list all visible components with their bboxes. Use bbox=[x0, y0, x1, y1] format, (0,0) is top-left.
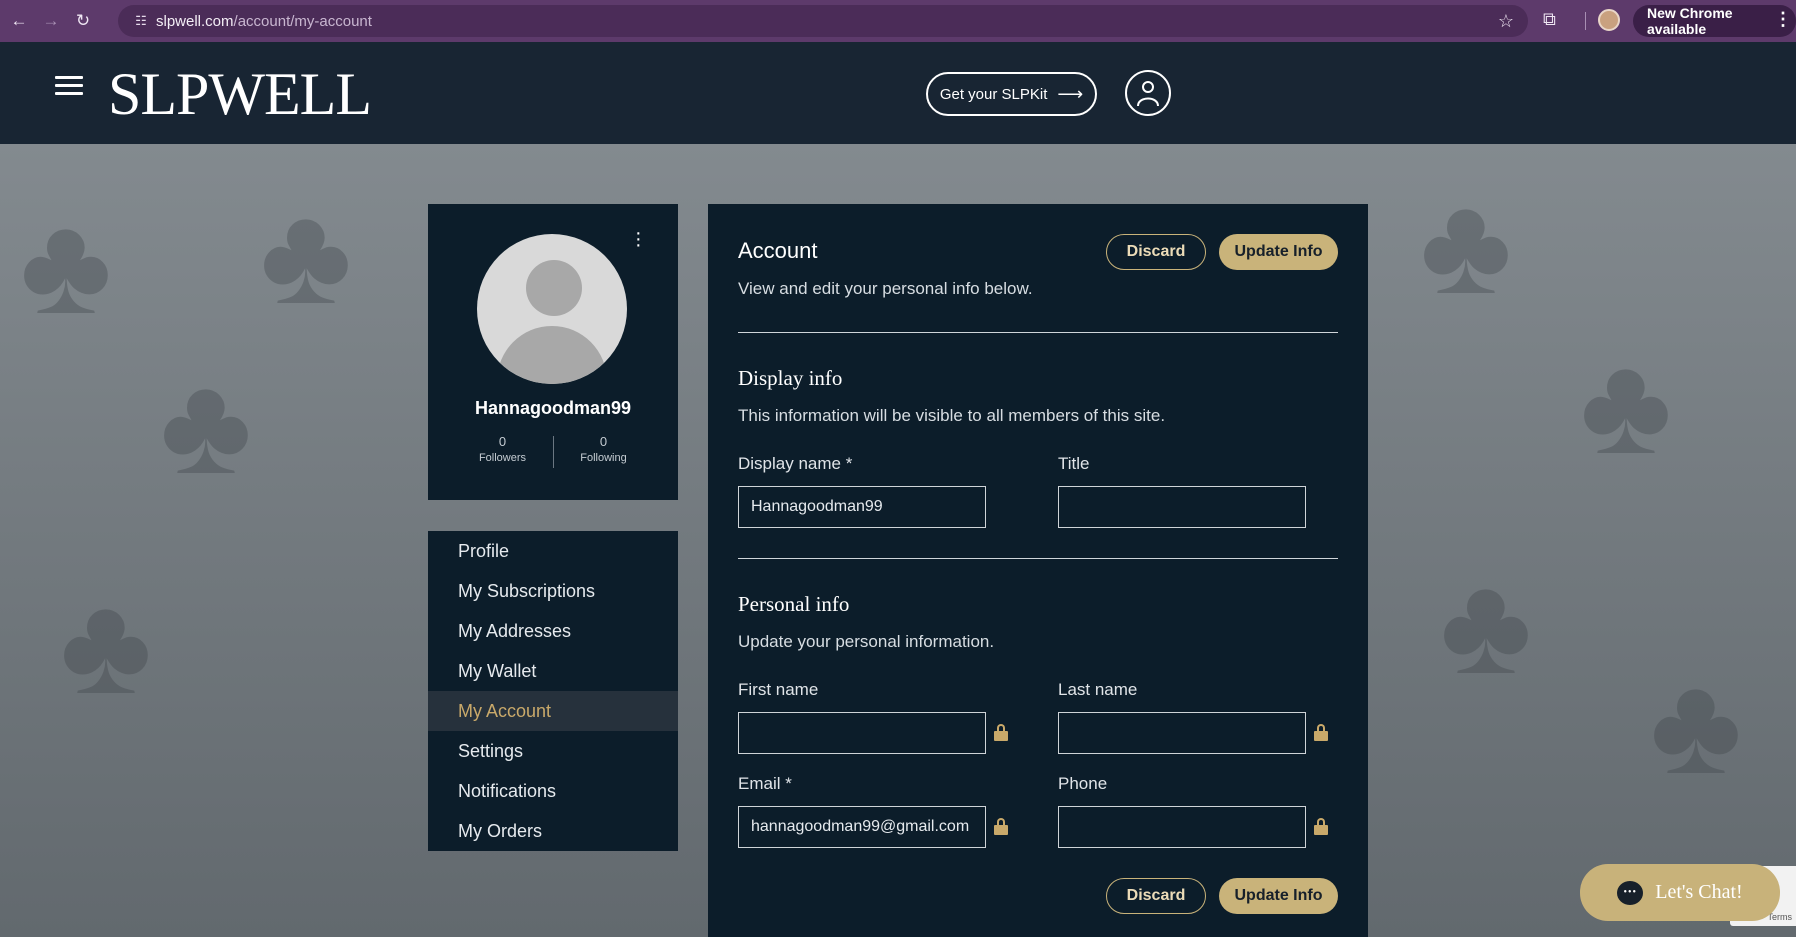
first-name-label: First name bbox=[738, 680, 819, 699]
menu-item-my-subscriptions[interactable]: My Subscriptions bbox=[428, 571, 678, 611]
lock-icon[interactable] bbox=[1314, 724, 1328, 742]
palm-tree-decoration: ♣ bbox=[160, 346, 252, 503]
toolbar-divider bbox=[1585, 12, 1586, 30]
palm-tree-decoration: ♣ bbox=[20, 186, 112, 343]
follow-stats: 0 Followers 0 Following bbox=[428, 434, 678, 468]
personal-info-title: Personal info bbox=[738, 592, 850, 616]
account-title: Account bbox=[738, 238, 818, 263]
menu-item-notifications[interactable]: Notifications bbox=[428, 771, 678, 811]
section-divider bbox=[738, 558, 1338, 559]
avatar-body bbox=[497, 326, 607, 384]
phone-input[interactable] bbox=[1058, 806, 1306, 848]
reload-icon[interactable]: ↻ bbox=[70, 8, 96, 34]
palm-tree-decoration: ♣ bbox=[1650, 646, 1742, 803]
extensions-icon[interactable]: ⧉ bbox=[1543, 9, 1556, 30]
url-path: /account/my-account bbox=[233, 12, 372, 30]
palm-tree-decoration: ♣ bbox=[260, 176, 352, 333]
address-bar[interactable]: ☷ slpwell.com/account/my-account ☆ bbox=[118, 5, 1528, 37]
discard-button-top[interactable]: Discard bbox=[1106, 234, 1206, 270]
last-name-label: Last name bbox=[1058, 680, 1138, 699]
followers-count: 0 bbox=[498, 434, 507, 449]
account-side-menu: Profile My Subscriptions My Addresses My… bbox=[428, 531, 678, 851]
chrome-update-button[interactable]: New Chrome available bbox=[1633, 5, 1796, 37]
profile-username: Hannagoodman99 bbox=[474, 398, 632, 418]
site-settings-icon[interactable]: ☷ bbox=[126, 13, 156, 29]
more-options-icon[interactable]: · · · bbox=[635, 223, 642, 255]
update-info-button-top[interactable]: Update Info bbox=[1219, 234, 1338, 270]
followers-stat[interactable]: 0 Followers bbox=[453, 434, 553, 468]
email-field[interactable]: hannagoodman99@gmail.com bbox=[738, 806, 986, 848]
user-account-icon[interactable] bbox=[1125, 70, 1171, 116]
display-info-title: Display info bbox=[738, 366, 843, 390]
account-panel: Account Discard Update Info View and edi… bbox=[708, 204, 1368, 937]
forward-icon[interactable]: → bbox=[38, 8, 64, 34]
phone-label: Phone bbox=[1058, 774, 1108, 793]
profile-card: · · · Hannagoodman99 0 Followers 0 Followi… bbox=[428, 204, 678, 500]
lock-icon[interactable] bbox=[994, 818, 1008, 836]
display-name-input[interactable]: Hannagoodman99 bbox=[738, 486, 986, 528]
following-stat[interactable]: 0 Following bbox=[554, 434, 654, 468]
back-icon[interactable]: ← bbox=[6, 8, 32, 34]
lock-icon[interactable] bbox=[1314, 818, 1328, 836]
menu-item-my-orders[interactable]: My Orders bbox=[428, 811, 678, 851]
menu-item-settings[interactable]: Settings bbox=[428, 731, 678, 771]
lock-icon[interactable] bbox=[994, 724, 1008, 742]
update-info-button-bottom[interactable]: Update Info bbox=[1219, 878, 1338, 914]
palm-tree-decoration: ♣ bbox=[1440, 546, 1532, 703]
first-name-input[interactable] bbox=[738, 712, 986, 754]
palm-tree-decoration: ♣ bbox=[1420, 166, 1512, 323]
url-host: slpwell.com bbox=[156, 12, 234, 30]
discard-button-bottom[interactable]: Discard bbox=[1106, 878, 1206, 914]
avatar[interactable] bbox=[477, 234, 627, 384]
arrow-right-icon: ⟶ bbox=[1057, 83, 1084, 104]
url-text: slpwell.com/account/my-account bbox=[156, 13, 372, 30]
get-kit-button[interactable]: Get your SLPKit ⟶ bbox=[926, 72, 1097, 116]
personal-info-subtitle: Update your personal information. bbox=[738, 632, 995, 651]
browser-menu-icon[interactable]: ⋮ bbox=[1774, 9, 1792, 30]
following-count: 0 bbox=[599, 434, 608, 449]
hamburger-menu-icon[interactable] bbox=[55, 76, 83, 100]
menu-item-my-addresses[interactable]: My Addresses bbox=[428, 611, 678, 651]
display-name-label: Display name * bbox=[738, 454, 853, 473]
site-logo[interactable]: SLPWELL bbox=[108, 60, 372, 129]
site-header: SLPWELL Get your SLPKit ⟶ bbox=[0, 42, 1796, 144]
followers-label: Followers bbox=[478, 452, 527, 464]
display-info-subtitle: This information will be visible to all … bbox=[738, 406, 1166, 425]
palm-tree-decoration: ♣ bbox=[1580, 326, 1672, 483]
account-subtitle: View and edit your personal info below. bbox=[738, 279, 1033, 298]
recaptcha-terms-link[interactable]: Terms bbox=[1768, 912, 1793, 922]
lets-chat-button[interactable]: ••• Let's Chat! bbox=[1580, 864, 1780, 921]
title-input[interactable] bbox=[1058, 486, 1306, 528]
browser-profile-avatar[interactable] bbox=[1598, 9, 1620, 31]
following-label: Following bbox=[580, 452, 627, 464]
get-kit-label: Get your SLPKit bbox=[939, 85, 1048, 103]
title-label: Title bbox=[1058, 454, 1090, 473]
menu-item-profile[interactable]: Profile bbox=[428, 531, 678, 571]
chat-bubble-icon: ••• bbox=[1617, 880, 1644, 905]
browser-toolbar: ← → ↻ ☷ slpwell.com/account/my-account ☆… bbox=[0, 0, 1796, 42]
menu-item-my-wallet[interactable]: My Wallet bbox=[428, 651, 678, 691]
menu-item-my-account[interactable]: My Account bbox=[428, 691, 678, 731]
last-name-input[interactable] bbox=[1058, 712, 1306, 754]
bookmark-star-icon[interactable]: ☆ bbox=[1498, 11, 1514, 32]
palm-tree-decoration: ♣ bbox=[60, 566, 152, 723]
chat-label: Let's Chat! bbox=[1655, 881, 1743, 903]
email-label: Email * bbox=[738, 774, 792, 793]
section-divider bbox=[738, 332, 1338, 333]
avatar-head bbox=[526, 260, 582, 316]
